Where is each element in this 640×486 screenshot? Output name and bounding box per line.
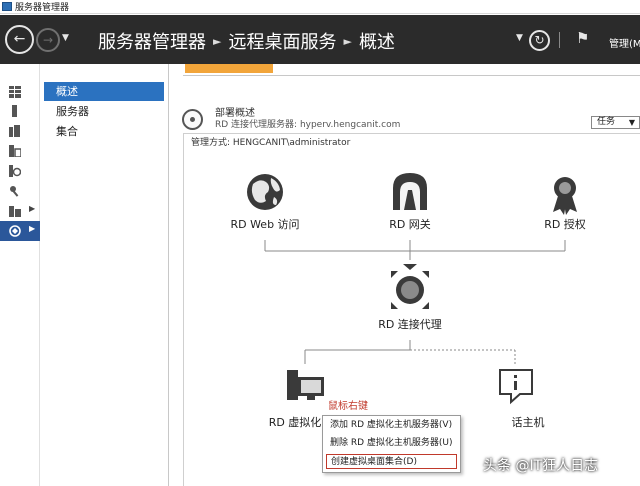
expand-arrow-icon[interactable]: ▶: [29, 204, 35, 213]
rail-tools[interactable]: [0, 181, 40, 201]
gateway-icon[interactable]: [393, 173, 427, 210]
breadcrumb-remote-desktop[interactable]: 远程桌面服务: [228, 28, 336, 54]
main-content: 部署概述 RD 连接代理服务器: hyperv.hengcanit.com 任务…: [170, 64, 640, 486]
rail-all-servers[interactable]: [0, 121, 40, 141]
remote-desktop-icon: [9, 225, 21, 237]
breadcrumb-server-manager[interactable]: 服务器管理器: [98, 28, 206, 54]
menu-item-add-virtualization-host[interactable]: 添加 RD 虚拟化主机服务器(V): [326, 418, 457, 433]
rd-session-host-label: 话主机: [511, 416, 545, 429]
rail-file-storage[interactable]: [0, 141, 40, 161]
window-title: 服务器管理器: [15, 3, 70, 13]
connection-broker-icon[interactable]: [391, 264, 429, 309]
server-manager-app-icon: [2, 2, 12, 11]
rail-server-roles[interactable]: ▶: [0, 201, 40, 221]
refresh-dropdown-icon[interactable]: ▼: [516, 33, 523, 43]
title-bar: 服务器管理器: [0, 0, 640, 14]
breadcrumb-separator-icon: ►: [213, 34, 222, 48]
sidebar-item-overview[interactable]: 概述: [44, 82, 164, 101]
remote-desktop-nav-panel: 概述 服务器 集合: [40, 64, 169, 486]
breadcrumb: 服务器管理器 ► 远程桌面服务 ► 概述: [98, 28, 395, 54]
back-button[interactable]: ←: [5, 25, 34, 54]
sidebar-item-collections[interactable]: 集合: [44, 122, 164, 141]
navigation-icon-rail: ▶ ▶: [0, 64, 40, 486]
dashboard-icon: [9, 86, 21, 98]
right-click-annotation: 鼠标右键: [328, 401, 368, 412]
all-servers-icon: [9, 125, 20, 137]
menu-item-create-virtual-desktop-collection[interactable]: 创建虚拟桌面集合(D): [326, 454, 457, 469]
notifications-flag-icon[interactable]: ⚑: [576, 29, 589, 47]
header-divider: [559, 32, 560, 48]
licensing-ribbon-icon[interactable]: [553, 177, 577, 215]
menu-item-remove-virtualization-host[interactable]: 删除 RD 虚拟化主机服务器(U): [326, 436, 457, 451]
rail-remote-desktop[interactable]: ▶: [0, 221, 40, 241]
breadcrumb-overview: 概述: [358, 32, 395, 53]
manage-menu[interactable]: 管理(M: [609, 35, 640, 50]
refresh-icon[interactable]: ↻: [529, 30, 550, 51]
tools-icon: [10, 186, 19, 197]
rail-dashboard[interactable]: [0, 82, 40, 102]
session-host-icon[interactable]: [499, 369, 533, 405]
rd-licensing-label: RD 授权: [544, 218, 586, 231]
history-dropdown-icon[interactable]: ▼: [62, 33, 69, 43]
iis-icon: [9, 165, 21, 177]
sidebar-item-servers[interactable]: 服务器: [44, 102, 164, 121]
local-server-icon: [12, 105, 17, 117]
breadcrumb-separator-icon: ►: [343, 34, 352, 48]
virtualization-host-icon[interactable]: [287, 370, 324, 400]
watermark: 头条 @IT狂人日志: [483, 458, 599, 474]
forward-button[interactable]: →: [36, 28, 60, 52]
expand-arrow-icon[interactable]: ▶: [29, 224, 35, 233]
rd-gateway-label: RD 网关: [389, 218, 431, 231]
rail-iis[interactable]: [0, 161, 40, 181]
server-roles-icon: [9, 206, 21, 217]
context-menu: 添加 RD 虚拟化主机服务器(V) 删除 RD 虚拟化主机服务器(U) 创建虚拟…: [322, 415, 461, 473]
rd-virtualization-host-label: RD 虚拟化: [268, 416, 322, 429]
file-storage-icon: [9, 145, 21, 157]
header-bar: ← → ▼ 服务器管理器 ► 远程桌面服务 ► 概述 ▼ ↻ ⚑ 管理(M: [0, 15, 640, 64]
globe-icon[interactable]: [247, 174, 283, 210]
rd-connection-broker-label: RD 连接代理: [378, 318, 442, 331]
rail-local-server[interactable]: [0, 101, 40, 121]
rd-web-access-label: RD Web 访问: [230, 218, 300, 231]
